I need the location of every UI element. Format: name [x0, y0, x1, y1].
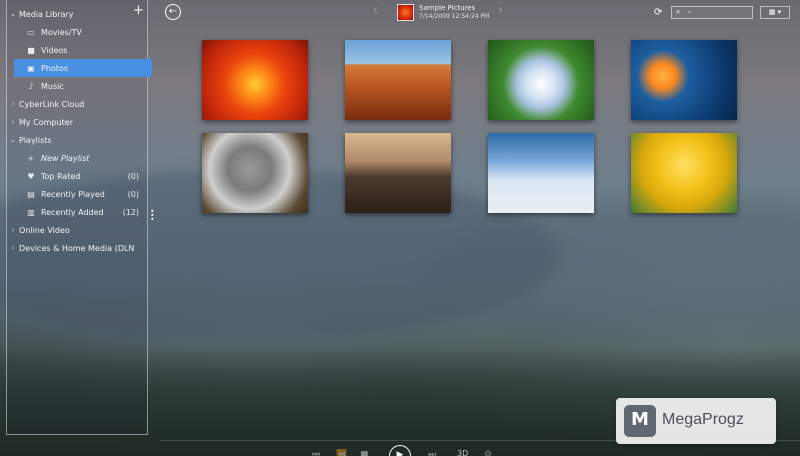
album-date: 7/14/2009 12:54:24 PM — [419, 13, 490, 20]
settings-icon[interactable]: ⚙ — [484, 450, 492, 456]
sidebar-item-label: Media Library — [19, 9, 74, 19]
tv-icon: ▭ — [27, 27, 35, 37]
sidebar-item-recently-played[interactable]: ▤ Recently Played (0) — [7, 185, 147, 203]
sidebar-item-label: Music — [41, 81, 64, 91]
desert-photo[interactable] — [345, 40, 451, 120]
sidebar-item-label: Videos — [41, 45, 68, 55]
sidebar-item-cyberlink-cloud[interactable]: › CyberLink Cloud — [7, 95, 147, 113]
album-title: Sample Pictures — [419, 4, 476, 12]
hydrangea-photo[interactable] — [488, 40, 594, 120]
sidebar-item-label: Devices & Home Media (DLN — [19, 243, 135, 253]
sidebar-item-label: New Playlist — [41, 153, 90, 163]
video-camera-icon: ■ — [27, 45, 35, 55]
item-count: (12) — [122, 207, 139, 217]
sidebar-item-media-library[interactable]: ⌄ Media Library — [7, 5, 147, 23]
sidebar-item-my-computer[interactable]: › My Computer — [7, 113, 147, 131]
koala-photo[interactable] — [202, 133, 308, 213]
refresh-icon[interactable]: ⟳ — [654, 7, 662, 18]
back-button[interactable]: ← — [165, 4, 181, 20]
sidebar-item-top-rated[interactable]: ♥ Top Rated (0) — [7, 167, 147, 185]
sidebar-item-label: CyberLink Cloud — [19, 99, 85, 109]
search-input[interactable]: ⌕ ⌄ — [671, 6, 753, 19]
sidebar-item-recently-added[interactable]: ▥ Recently Added (12) — [7, 203, 147, 221]
stop-icon[interactable]: ■ — [360, 450, 369, 456]
sidebar-item-music[interactable]: ♪ Music — [7, 77, 147, 95]
sidebar-item-new-playlist[interactable]: + New Playlist — [7, 149, 147, 167]
photo-icon: ▣ — [27, 63, 35, 73]
previous-icon[interactable]: ⏮ — [312, 450, 320, 456]
rewind-icon[interactable]: ⏪ — [336, 450, 347, 456]
item-count: (0) — [127, 189, 139, 199]
chevron-right-icon: › — [11, 244, 15, 252]
sidebar-item-devices-home-media[interactable]: › Devices & Home Media (DLN — [7, 239, 147, 257]
chevron-right-icon: › — [11, 226, 15, 234]
sidebar-item-label: Online Video — [19, 225, 70, 235]
watermark: M MegaProgz — [616, 398, 776, 444]
sidebar-item-movies-tv[interactable]: ▭ Movies/TV — [7, 23, 147, 41]
sidebar-resize-handle[interactable]: • • • — [150, 208, 155, 224]
3d-mode-button[interactable]: 3D — [457, 449, 468, 456]
watermark-text: MegaProgz — [662, 411, 744, 428]
sidebar-item-videos[interactable]: ■ Videos — [7, 41, 147, 59]
penguins-photo[interactable] — [488, 133, 594, 213]
chevron-down-icon: ⌄ — [10, 136, 16, 144]
recent-play-icon: ▤ — [27, 189, 35, 199]
megaprogz-logo-icon: M — [624, 405, 656, 437]
sidebar-item-online-video[interactable]: › Online Video — [7, 221, 147, 239]
tulips-photo[interactable] — [631, 133, 737, 213]
sidebar-item-label: Photos — [41, 63, 68, 73]
next-icon[interactable]: ⏭ — [428, 450, 436, 456]
next-album-icon[interactable]: › — [498, 3, 503, 18]
heart-icon: ♥ — [27, 171, 35, 181]
previous-album-icon[interactable]: ‹ — [373, 3, 378, 18]
flower-photo[interactable] — [202, 40, 308, 120]
sidebar-item-label: Recently Played — [41, 189, 105, 199]
sidebar-item-label: Top Rated — [41, 171, 81, 181]
sidebar-item-label: My Computer — [19, 117, 73, 127]
search-icon: ⌕ — [676, 7, 681, 16]
sidebar-item-photos[interactable]: ▣ Photos — [14, 59, 152, 77]
chevron-down-icon[interactable]: ⌄ — [687, 8, 692, 15]
sidebar: + ⌄ Media Library ▭ Movies/TV ■ Videos ▣… — [6, 0, 152, 435]
view-mode-button[interactable]: ▦ ▾ — [760, 6, 790, 19]
sidebar-item-playlists[interactable]: ⌄ Playlists — [7, 131, 147, 149]
item-count: (0) — [127, 171, 139, 181]
jellyfish-photo[interactable] — [631, 40, 737, 120]
album-thumbnail — [397, 4, 414, 21]
plus-icon: + — [27, 153, 35, 163]
recent-add-icon: ▥ — [27, 207, 35, 217]
chevron-right-icon: › — [11, 100, 15, 108]
sidebar-item-label: Recently Added — [41, 207, 104, 217]
lighthouse-photo[interactable] — [345, 133, 451, 213]
sidebar-item-label: Movies/TV — [41, 27, 82, 37]
sidebar-item-label: Playlists — [19, 135, 52, 145]
music-note-icon: ♪ — [28, 81, 34, 91]
chevron-down-icon: ⌄ — [10, 10, 16, 18]
chevron-right-icon: › — [11, 118, 15, 126]
